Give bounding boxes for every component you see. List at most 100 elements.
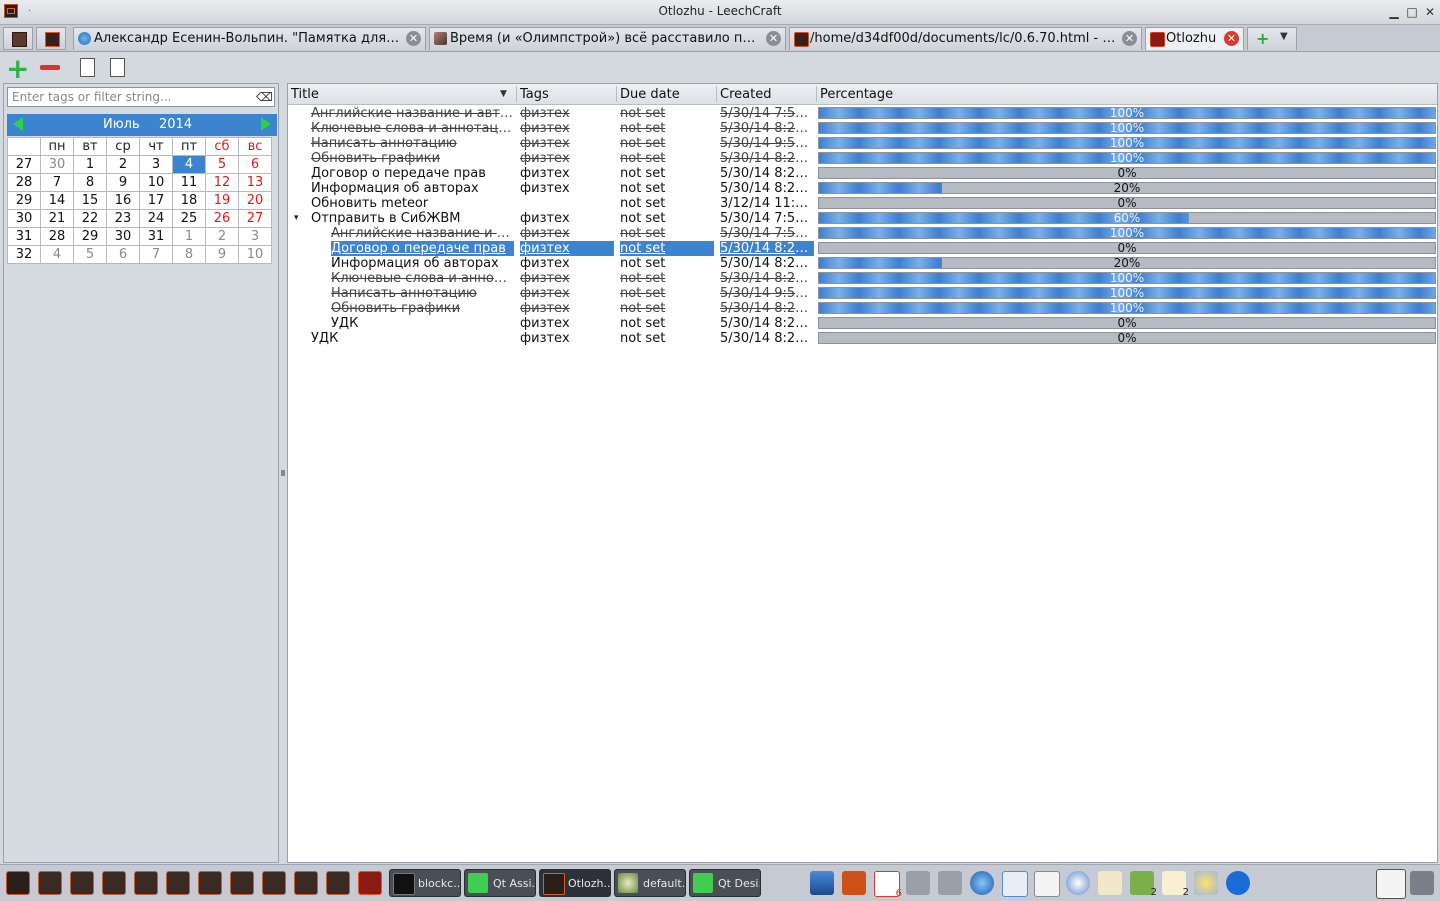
calendar-day[interactable]: 7 — [40, 173, 74, 192]
calendar-day[interactable]: 4 — [40, 245, 74, 264]
calendar-day[interactable]: 8 — [73, 173, 107, 192]
camera-icon[interactable] — [230, 871, 254, 895]
calendar-day[interactable]: 17 — [139, 191, 173, 210]
table-row[interactable]: Написать аннотацию физтех not set 5/30/14 9… — [288, 286, 1437, 301]
tab-otlozhu[interactable]: Otlozhu ✕ — [1145, 27, 1244, 50]
table-row[interactable]: Обновить графики физтех not set 5/30/14 8:2… — [288, 151, 1437, 166]
task-qt-assistant[interactable]: Qt Assi... — [464, 869, 536, 897]
calendar-tray-icon[interactable] — [1002, 871, 1028, 897]
next-month-icon[interactable] — [261, 117, 271, 131]
table-row[interactable]: Английские название и автор физтех not set… — [288, 106, 1437, 121]
calendar-year[interactable]: 2014 — [159, 117, 192, 132]
calendar-day[interactable]: 31 — [139, 227, 173, 246]
table-row[interactable]: Информация об авторах физтех not set 5/30/1… — [288, 256, 1437, 271]
calendar-day[interactable]: 3 — [139, 155, 173, 174]
clipboard-icon[interactable] — [1376, 869, 1406, 899]
calendar-day[interactable]: 25 — [172, 209, 206, 228]
maximize-icon[interactable]: □ — [1404, 4, 1420, 20]
desktop-tray-icon[interactable]: 2 — [1130, 871, 1157, 898]
edit-task-button[interactable] — [106, 56, 130, 80]
calendar-day[interactable]: 6 — [106, 245, 140, 264]
expand-arrow-icon[interactable]: ▾ — [294, 211, 299, 226]
column-divider[interactable] — [516, 86, 517, 102]
weather-icon[interactable] — [1194, 871, 1218, 895]
plugin-icon[interactable] — [262, 871, 286, 895]
calendar-day[interactable]: 29 — [73, 227, 107, 246]
tab-media-button[interactable] — [36, 27, 66, 50]
envelope-tray-icon[interactable]: 2 — [1162, 871, 1189, 898]
column-tags[interactable]: Tags — [520, 87, 549, 103]
calendar-day[interactable]: 23 — [106, 209, 140, 228]
table-row[interactable]: Информация об авторах физтех not set 5/30/1… — [288, 181, 1437, 196]
task-terminal[interactable]: blockc... — [389, 869, 461, 897]
calendar-day[interactable]: 9 — [106, 173, 140, 192]
calendar-day[interactable]: 13 — [238, 173, 272, 192]
calendar-day[interactable]: 16 — [106, 191, 140, 210]
table-row[interactable]: УДК физтех not set 5/30/14 8:27 ... 0% — [288, 316, 1437, 331]
table-row[interactable]: ▾ Отправить в СибЖВМ физтех not set 5/30/14 … — [288, 211, 1437, 226]
tab-browser-olympstroy[interactable]: Время (и «Олимпстрой») всё расставило по… — [429, 27, 786, 50]
notes-launcher-icon[interactable] — [294, 871, 318, 895]
globe-tray-icon[interactable] — [970, 871, 994, 895]
tab-menu-button[interactable] — [3, 27, 33, 50]
calendar-day[interactable]: 24 — [139, 209, 173, 228]
column-divider[interactable] — [716, 86, 717, 102]
calendar-day[interactable]: 18 — [172, 191, 206, 210]
info-icon[interactable] — [1226, 871, 1250, 895]
table-row[interactable]: Ключевые слова и аннотация физтех not set 5… — [288, 121, 1437, 136]
table-row[interactable]: Обновить meteor not set 3/12/14 11:41... 0% — [288, 196, 1437, 211]
calendar-day[interactable]: 27 — [238, 209, 272, 228]
column-created[interactable]: Created — [720, 87, 771, 103]
column-percentage[interactable]: Percentage — [820, 87, 893, 103]
calendar-day[interactable]: 15 — [73, 191, 107, 210]
calendar-day[interactable]: 5 — [205, 155, 239, 174]
new-tab-button[interactable]: + ▼ — [1247, 27, 1297, 50]
list-tray-icon[interactable] — [1034, 871, 1060, 897]
azoth-icon[interactable] — [38, 871, 62, 895]
paint-launcher-icon[interactable] — [326, 871, 350, 895]
editor-launcher-icon[interactable] — [102, 871, 126, 895]
add-task-button[interactable]: + — [6, 52, 30, 85]
calendar-day[interactable]: 20 — [238, 191, 272, 210]
calendar-day[interactable]: 2 — [205, 227, 239, 246]
splitter-handle[interactable] — [281, 470, 285, 476]
calendar-day[interactable]: 28 — [40, 227, 74, 246]
calendar-day[interactable]: 5 — [73, 245, 107, 264]
tag-icon[interactable]: ⌫ — [256, 90, 273, 104]
calendar-day[interactable]: 10 — [238, 245, 272, 264]
table-row[interactable]: Английские название и автор физтех not set… — [288, 226, 1437, 241]
column-due-date[interactable]: Due date — [620, 87, 680, 103]
calendar-day[interactable]: 30 — [106, 227, 140, 246]
calendar-day[interactable]: 30 — [40, 155, 74, 174]
calendar-day[interactable]: 26 — [205, 209, 239, 228]
calendar-day[interactable]: 10 — [139, 173, 173, 192]
calendar-day[interactable]: 3 — [238, 227, 272, 246]
calendar-day[interactable]: 21 — [40, 209, 74, 228]
tab-editor[interactable]: /home/d34df00d/documents/lc/0.6.70.html … — [789, 27, 1142, 50]
calendar-day[interactable]: 9 — [205, 245, 239, 264]
calendar-day[interactable]: 6 — [238, 155, 272, 174]
close-window-icon[interactable]: ✕ — [1422, 4, 1438, 20]
minimize-icon[interactable]: ▁ — [1386, 4, 1402, 20]
network-icon[interactable] — [938, 871, 962, 895]
table-row[interactable]: Ключевые слова и аннотация физтех not set 5… — [288, 271, 1437, 286]
calendar-day[interactable]: 19 — [205, 191, 239, 210]
otlozhu-launcher-icon[interactable] — [358, 871, 382, 895]
calendar-day[interactable]: 1 — [73, 155, 107, 174]
aggregator-icon[interactable] — [70, 871, 94, 895]
table-row[interactable]: Договор о передаче прав физтех not set 5/30… — [288, 241, 1437, 256]
calendar-day[interactable]: 1 — [172, 227, 206, 246]
add-subtask-button[interactable] — [76, 56, 100, 80]
settings-tray-icon[interactable] — [1066, 871, 1090, 895]
media-launcher-icon[interactable] — [198, 871, 222, 895]
calendar-month[interactable]: Июль — [103, 117, 140, 132]
table-row[interactable]: УДК физтех not set 5/30/14 8:27 ... 0% — [288, 331, 1437, 346]
close-tab-icon[interactable]: ✕ — [1122, 31, 1137, 46]
calendar-day[interactable]: 2 — [106, 155, 140, 174]
close-tab-icon[interactable]: ✕ — [766, 31, 781, 46]
terminal-launcher-icon[interactable] — [134, 871, 158, 895]
pen-icon[interactable] — [1410, 871, 1434, 895]
task-otlozhu[interactable]: Otlozh... — [539, 869, 611, 897]
close-tab-icon[interactable]: ✕ — [1224, 31, 1239, 46]
table-row[interactable]: Обновить графики физтех not set 5/30/14 8:2… — [288, 301, 1437, 316]
